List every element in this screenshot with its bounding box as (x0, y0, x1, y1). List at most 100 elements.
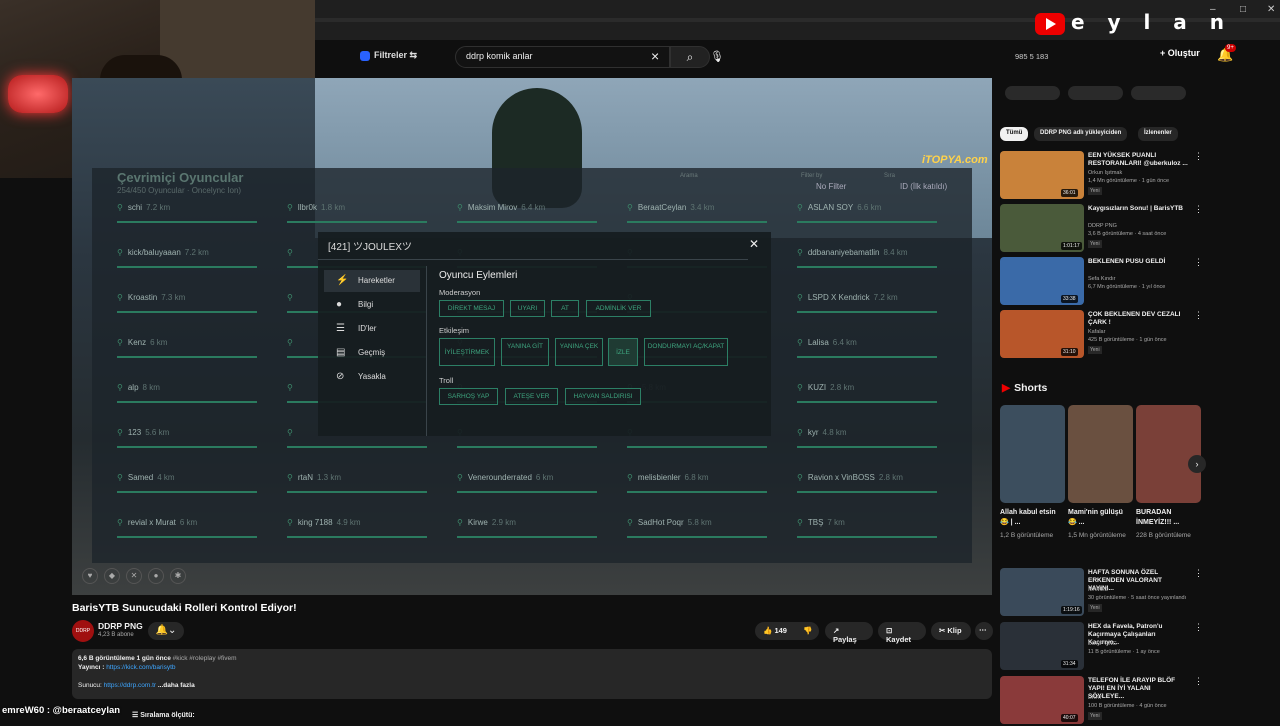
recommended-video[interactable]: 1:19:16 HAFTA SONUNA ÖZEL ERKENDEN VALORA… (1000, 568, 1203, 618)
dislike-button[interactable]: 👎 (795, 622, 819, 640)
modal-tab-ban[interactable]: ⊘ Yasakla (324, 366, 420, 388)
video-channel[interactable]: DDRP PNG (1088, 223, 1117, 229)
player-entry[interactable]: ⚲ Samed 4 km (117, 473, 267, 503)
player-entry[interactable]: ⚲ TBŞ 7 km (797, 518, 947, 548)
drunk-button[interactable]: SARHOŞ YAP (439, 388, 498, 405)
modal-tab-history[interactable]: ▤ Geçmiş (324, 342, 420, 364)
heal-button[interactable]: İYİLEŞTİRMEK (439, 338, 495, 366)
create-button[interactable]: + Oluştur (1160, 48, 1200, 58)
player-entry[interactable]: ⚲ SadHot Poqr 5.8 km (627, 518, 777, 548)
recommended-video[interactable]: 36:01 EEN YÜKSEK PUANLI RESTORANLARI! @ub… (1000, 151, 1203, 201)
filters-button[interactable]: Filtreler ⇆ (360, 50, 417, 61)
warn-button[interactable]: UYARI (510, 300, 545, 317)
search-input[interactable]: ddrp komik anlar (455, 46, 670, 68)
short-title[interactable]: BURADAN İNMEYİZ!!! ... (1136, 508, 1198, 528)
desc-more-link[interactable]: ...daha fazla (158, 682, 195, 689)
video-channel[interactable]: ERAY (1088, 695, 1103, 701)
recommended-video[interactable]: 33:38 BEKLENEN PUSU GELDİ Sefa Kındır 6,7 M… (1000, 257, 1203, 307)
chip-watched[interactable]: İzlenenler (1138, 127, 1178, 141)
more-icon[interactable]: ⋮ (1194, 622, 1203, 633)
player-entry[interactable]: ⚲ Venerounderrated 6 km (457, 473, 607, 503)
player-entry[interactable]: ⚲ Kroastin 7.3 km (117, 293, 267, 323)
maximize-icon[interactable]: □ (1240, 4, 1246, 15)
goto-player-button[interactable]: YANINA GİT (501, 338, 549, 366)
hud-filter-value[interactable]: No Filter (816, 182, 846, 191)
player-entry[interactable]: ⚲ llbr0k 1.8 km (287, 203, 437, 233)
desc-server-link[interactable]: https://ddrp.com.tr (104, 682, 156, 689)
player-entry[interactable]: ⚲ king 7188 4.9 km (287, 518, 437, 548)
more-actions-button[interactable]: ⋯ (975, 622, 993, 640)
save-button[interactable]: ⊡ Kaydet (878, 622, 926, 644)
player-entry[interactable]: ⚲ ddbananiyebamatlin 8.4 km (797, 248, 947, 278)
short-title[interactable]: Mami'nin gülüşü 😂 ... (1068, 508, 1130, 528)
bring-player-button[interactable]: YANINA ÇEK (555, 338, 603, 366)
comments-sort-label[interactable]: ☰ Sıralama ölçütü: (132, 711, 195, 719)
kick-button[interactable]: AT (551, 300, 579, 317)
player-entry[interactable]: ⚲ Lalisa 6.4 km (797, 338, 947, 368)
share-button[interactable]: ↗ Paylaş (825, 622, 873, 644)
more-icon[interactable]: ⋮ (1194, 151, 1203, 162)
short-thumbnail[interactable] (1136, 405, 1201, 503)
recommended-video[interactable]: 1:01:17 Kaygısızların Sonu! | BarisYTB DDR… (1000, 204, 1203, 254)
subscription-bell-button[interactable]: 🔔⌄ (148, 622, 184, 640)
extension-pill[interactable] (1005, 86, 1060, 100)
player-entry[interactable]: ⚲ schi 7.2 km (117, 203, 267, 233)
video-channel[interactable]: Orkun Işıtmak (1088, 170, 1122, 176)
modal-tab-actions[interactable]: ⚡ Hareketler (324, 270, 420, 292)
video-channel[interactable]: Kafalar (1088, 329, 1105, 335)
video-channel[interactable]: Sefa Kındır (1088, 276, 1116, 282)
player-entry[interactable]: ⚲ ASLAN SOY 6.6 km (797, 203, 947, 233)
modal-tab-info[interactable]: ● Bilgi (324, 294, 420, 316)
more-icon[interactable]: ⋮ (1194, 568, 1203, 579)
player-entry[interactable]: ⚲ rtaN 1.3 km (287, 473, 437, 503)
toggle-freeze-button[interactable]: DONDURMAYI AÇ/KAPAT (644, 338, 728, 366)
video-description[interactable]: 6,6 B görüntüleme 1 gün önce #kick #role… (72, 649, 992, 699)
video-title[interactable]: BEKLENEN PUSU GELDİ (1088, 258, 1188, 266)
clear-search-icon[interactable]: × (651, 48, 659, 64)
video-channel[interactable]: MAMED (1088, 587, 1108, 593)
hud-sort-value[interactable]: ID (İlk katıldı) (900, 182, 947, 191)
player-entry[interactable]: ⚲ kick/baluyaaan 7.2 km (117, 248, 267, 278)
player-entry[interactable]: ⚲ BeraatCeylan 3.4 km (627, 203, 777, 233)
chevron-right-icon[interactable]: › (1188, 455, 1206, 473)
desc-streamer-link[interactable]: https://kick.com/barisytb (106, 664, 175, 671)
player-entry[interactable]: ⚲ KUZI 2.8 km (797, 383, 947, 413)
video-title[interactable]: EEN YÜKSEK PUANLI RESTORANLARI! @uberkul… (1088, 152, 1188, 168)
recommended-video[interactable]: 31:10 ÇOK BEKLENEN DEV CEZALI ÇARK ! Kafal… (1000, 310, 1203, 360)
close-icon[interactable]: ✕ (749, 237, 759, 251)
close-window-icon[interactable]: ✕ (1267, 4, 1275, 15)
video-title[interactable]: Kaygısızların Sonu! | BarisYTB (1088, 205, 1188, 213)
give-admin-button[interactable]: ADMİNLİK VER (586, 300, 651, 317)
video-title[interactable]: ÇOK BEKLENEN DEV CEZALI ÇARK ! (1088, 311, 1188, 327)
more-icon[interactable]: ⋮ (1194, 204, 1203, 215)
extension-pill[interactable] (1068, 86, 1123, 100)
short-title[interactable]: Allah kabul etsin 😂 | ... (1000, 508, 1062, 528)
desc-tags[interactable]: #kick #roleplay #fivem (173, 655, 237, 662)
more-icon[interactable]: ⋮ (1194, 676, 1203, 687)
short-thumbnail[interactable] (1000, 405, 1065, 503)
video-channel[interactable]: DDRP PNG (1088, 641, 1117, 647)
modal-tab-ids[interactable]: ☰ ID'ler (324, 318, 420, 340)
mic-icon[interactable]: 🎙 (707, 47, 727, 67)
player-entry[interactable]: ⚲ LSPD X Kendrick 7.2 km (797, 293, 947, 323)
animal-attack-button[interactable]: HAYVAN SALDIRISI (565, 388, 641, 405)
player-entry[interactable]: ⚲ Kenz 6 km (117, 338, 267, 368)
short-thumbnail[interactable] (1068, 405, 1133, 503)
video-player[interactable]: iTOPYA.com Çevrimiçi Oyuncular 254/450 O… (72, 78, 992, 595)
recommended-video[interactable]: 40:07 TELEFON İLE ARAYIP BLÖF YAPI! EN İY… (1000, 676, 1203, 726)
channel-avatar[interactable]: DDRP (72, 620, 94, 642)
direct-message-button[interactable]: DİREKT MESAJ (439, 300, 504, 317)
player-entry[interactable]: ⚲ alp 8 km (117, 383, 267, 413)
video-title[interactable]: TELEFON İLE ARAYIP BLÖF YAPI! EN İYİ YAL… (1088, 677, 1188, 701)
search-button[interactable]: ⌕ (670, 46, 710, 68)
chip-all[interactable]: Tümü (1000, 127, 1029, 141)
channel-name[interactable]: DDRP PNG (98, 621, 143, 631)
player-entry[interactable]: ⚲ revial x Murat 6 km (117, 518, 267, 548)
extension-pill[interactable] (1131, 86, 1186, 100)
player-entry[interactable]: ⚲ melisbienler 6.8 km (627, 473, 777, 503)
player-entry[interactable]: ⚲ Kirwe 2.9 km (457, 518, 607, 548)
more-icon[interactable]: ⋮ (1194, 310, 1203, 321)
chip-from-uploader[interactable]: DDRP PNG adlı yükleyiciden (1034, 127, 1128, 141)
player-entry[interactable]: ⚲ kyr 4.8 km (797, 428, 947, 458)
spectate-button[interactable]: İZLE (608, 338, 638, 366)
